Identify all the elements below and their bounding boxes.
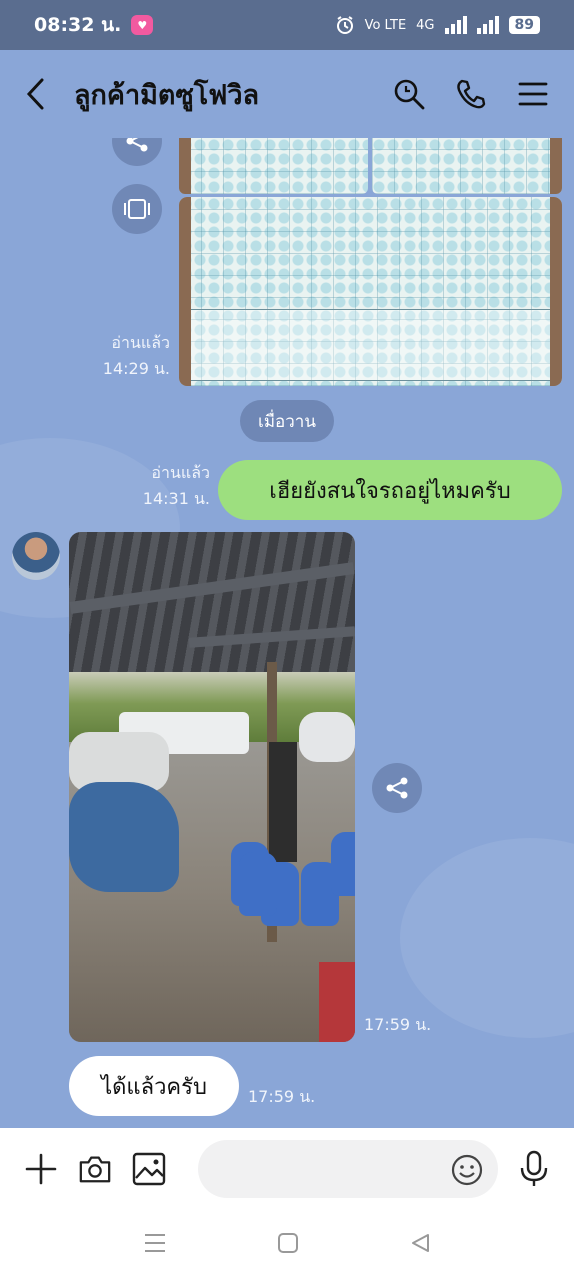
plus-icon xyxy=(25,1153,57,1185)
emoji-button[interactable] xyxy=(450,1153,484,1191)
read-status: อ่านแล้ว xyxy=(111,333,170,352)
chat-area[interactable]: อ่านแล้ว 14:29 น. เมื่อวาน อ่านแล้ว 14:3… xyxy=(0,138,574,1128)
system-nav-bar xyxy=(0,1210,574,1280)
paper-edge xyxy=(179,138,191,194)
network-type-label: 4G xyxy=(416,17,435,33)
alarm-icon xyxy=(336,16,353,34)
input-tools xyxy=(24,1152,166,1186)
volte-label: Vo LTE xyxy=(364,17,407,33)
signal-icon-2 xyxy=(476,16,499,34)
header-actions xyxy=(392,77,550,111)
recent-apps-icon xyxy=(145,1234,165,1252)
message-time: 14:29 น. xyxy=(102,359,170,378)
share-button[interactable] xyxy=(112,138,162,166)
signal-icon xyxy=(444,16,467,34)
share-icon xyxy=(126,138,148,152)
message-time: 14:31 น. xyxy=(142,489,210,508)
paper-edge xyxy=(179,197,191,386)
phone-icon xyxy=(457,79,486,109)
emoji-icon xyxy=(451,1154,483,1186)
paper-edge xyxy=(550,197,562,386)
photo-water-bottle xyxy=(239,852,277,916)
document-meta: อ่านแล้ว 14:29 น. xyxy=(96,330,170,382)
home-icon xyxy=(278,1233,298,1253)
read-status: อ่านแล้ว xyxy=(151,463,210,482)
incoming-message-bubble[interactable]: ได้แล้วครับ xyxy=(69,1056,239,1116)
image-icon xyxy=(132,1152,166,1186)
contact-avatar[interactable] xyxy=(12,532,60,580)
share-icon xyxy=(386,777,408,799)
chat-title[interactable]: ลูกค้ามิตซูโฟวิล xyxy=(74,73,259,116)
menu-button[interactable] xyxy=(516,77,550,111)
status-indicators: Vo LTE 4G 89 xyxy=(335,15,540,35)
photo-board xyxy=(269,742,297,862)
mic-button[interactable] xyxy=(518,1150,550,1192)
line-notification-icon: ♥ xyxy=(131,15,154,35)
outgoing-meta: อ่านแล้ว 14:31 น. xyxy=(130,460,210,512)
photo-tarp xyxy=(69,782,179,892)
camera-icon xyxy=(79,1156,111,1183)
share-button[interactable] xyxy=(372,763,422,813)
document-image-2[interactable] xyxy=(372,138,562,194)
background-cloud xyxy=(400,838,574,1038)
message-time: 17:59 น. xyxy=(364,1015,432,1034)
keep-button[interactable] xyxy=(112,184,162,234)
triangle-back-icon xyxy=(412,1234,429,1252)
back-nav-button[interactable] xyxy=(409,1232,431,1258)
photo-crate xyxy=(319,962,355,1042)
search-icon xyxy=(394,79,425,110)
menu-icon xyxy=(518,82,548,106)
chat-header: ลูกค้ามิตซูโฟวิล xyxy=(0,50,574,138)
keep-icon xyxy=(124,199,150,219)
camera-button[interactable] xyxy=(78,1152,112,1186)
document-table xyxy=(191,309,550,381)
search-button[interactable] xyxy=(392,77,426,111)
photo-message[interactable] xyxy=(69,532,355,1042)
message-input-bar xyxy=(0,1128,574,1210)
photo-water-bottle xyxy=(331,832,355,896)
status-bar: 08:32 น. ♥ Vo LTE 4G 89 xyxy=(0,0,574,50)
recent-apps-button[interactable] xyxy=(143,1232,167,1258)
photo-sacks xyxy=(299,712,355,762)
gallery-button[interactable] xyxy=(132,1152,166,1186)
outgoing-message-bubble[interactable]: เฮียยังสนใจรถอยู่ไหมครับ xyxy=(218,460,562,520)
microphone-icon xyxy=(520,1150,548,1186)
call-button[interactable] xyxy=(454,77,488,111)
home-button[interactable] xyxy=(277,1232,299,1258)
document-image-3[interactable] xyxy=(179,197,562,386)
add-button[interactable] xyxy=(24,1152,58,1186)
battery-level: 89 xyxy=(508,16,540,34)
document-image-1[interactable] xyxy=(179,138,368,194)
paper-edge xyxy=(550,138,562,194)
message-time: 17:59 น. xyxy=(248,1087,316,1106)
back-button[interactable] xyxy=(24,74,60,114)
date-separator: เมื่อวาน xyxy=(240,400,334,442)
chevron-left-icon xyxy=(26,78,44,110)
status-time: 08:32 น. xyxy=(34,14,122,36)
